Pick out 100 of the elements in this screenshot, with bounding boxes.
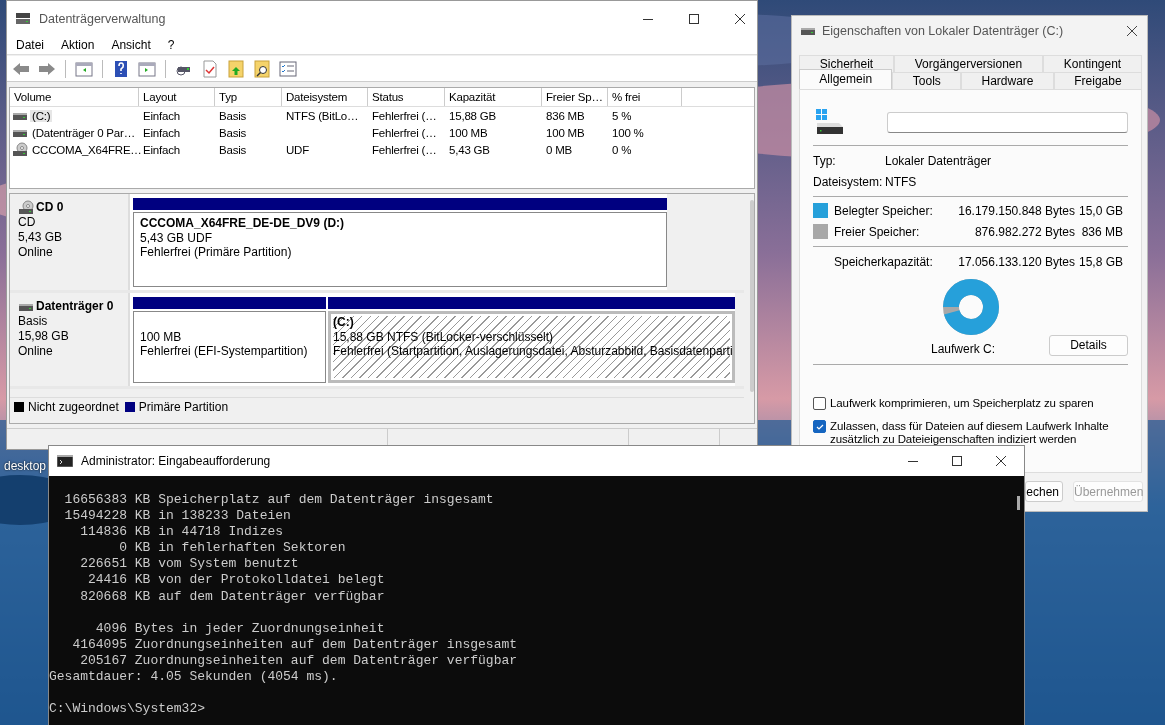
close-icon[interactable] xyxy=(1127,26,1137,36)
tab[interactable]: Hardware xyxy=(961,72,1054,89)
table-cell-text: Einfach xyxy=(142,109,181,122)
maximize-icon[interactable] xyxy=(952,456,962,466)
usage-ring-drawing xyxy=(941,278,1000,336)
disk-size: 15,98 GB xyxy=(18,329,70,344)
console-line: 114836 KB in 44718 Indizes xyxy=(79,524,284,540)
terminal-icon xyxy=(57,455,73,467)
console-line: 15494228 KB in 138233 Dateien xyxy=(63,508,291,524)
desktop-icon-label[interactable]: desktop xyxy=(4,459,47,473)
field-value: NTFS xyxy=(885,174,917,189)
field-label: Typ: xyxy=(813,153,837,168)
checkbox-label: Laufwerk komprimieren, um Speicherplatz zu sparen xyxy=(830,397,1095,410)
window-title: Datenträgerverwaltung xyxy=(39,11,167,26)
checked-document-icon[interactable] xyxy=(200,58,220,79)
partition-block[interactable]: CCCOMA_X64FRE_DE-DE_DV9 (D:) 5,43 GB UDF Fehlerfrei (Primäre Partition) xyxy=(133,212,667,287)
table-cell[interactable]: (C:) xyxy=(30,109,53,122)
table-cell-text: Basis xyxy=(218,143,248,156)
up-arrow-folder-icon[interactable] xyxy=(226,58,246,79)
close-icon[interactable] xyxy=(735,13,745,24)
field-label: Freier Speicher: xyxy=(834,224,921,239)
window-title: Eigenschaften von Lokaler Datenträger (C:) xyxy=(822,24,1065,38)
table-cell-text: UDF xyxy=(285,143,311,156)
field-label: Belegter Speicher: xyxy=(834,203,934,218)
disk-type: Basis xyxy=(18,314,49,329)
tab[interactable]: Freigabe xyxy=(1053,72,1142,89)
checkbox[interactable] xyxy=(813,397,826,410)
tab[interactable]: Allgemein xyxy=(799,69,893,89)
table-cell-text: Einfach xyxy=(142,143,181,156)
partition-block[interactable]: 100 MB Fehlerfrei (EFI-Systempartition) xyxy=(133,311,326,383)
menu-item[interactable]: Ansicht xyxy=(111,38,151,52)
checkbox-label: Zulassen, dass für Dateien auf diesem Laufwerk Inhalte zusätzlich zu Dateieigenschaften indiziert werden xyxy=(830,420,1110,446)
table-cell-text: 0 MB xyxy=(545,143,574,156)
field-value: 876.982.272 Bytes xyxy=(973,224,1075,239)
disk-name: CD 0 xyxy=(36,200,64,215)
table-cell-text: Basis xyxy=(218,126,248,139)
table-cell-text: 836 MB xyxy=(545,109,586,122)
partition-detail: 5,43 GB UDF xyxy=(140,230,213,245)
checkbox[interactable] xyxy=(813,420,826,433)
console-line: 205167 Zuordnungseinheiten auf dem Datenträger verfügbar xyxy=(79,652,518,668)
disk-name: Datenträger 0 xyxy=(36,299,114,314)
table-cell-text: Fehlerfrei (… xyxy=(371,126,438,139)
column-header[interactable]: Typ xyxy=(215,88,282,106)
partition-detail: Fehlerfrei (Primäre Partition) xyxy=(140,245,292,259)
partition-detail: Fehlerfrei (Startpartition, Auslagerungsdatei, Absturzabbild, Basisdatenparti xyxy=(333,344,732,358)
column-header[interactable]: Kapazität xyxy=(445,88,542,106)
table-cell-text: 5 % xyxy=(611,109,633,122)
table-cell[interactable]: (Datenträger 0 Par… xyxy=(30,126,137,139)
table-cell-text: 15,88 GB xyxy=(448,109,497,122)
table-cell[interactable]: CCCOMA_X64FRE… xyxy=(30,143,144,156)
field-label: Dateisystem: xyxy=(813,174,884,189)
tab[interactable]: Kontingent xyxy=(1043,55,1142,72)
partition-title: (C:) xyxy=(333,315,354,329)
column-header[interactable]: Volume xyxy=(10,88,139,106)
field-value: 836 MB xyxy=(1080,224,1124,239)
console-line: 820668 KB auf dem Datenträger verfügbar xyxy=(79,588,385,604)
menu-item[interactable]: Aktion xyxy=(61,38,95,52)
table-cell-text: 5,43 GB xyxy=(448,143,491,156)
column-header[interactable]: Layout xyxy=(139,88,215,106)
field-label: Speicherkapazität: xyxy=(834,254,934,269)
drive-label: Laufwerk C: xyxy=(931,342,996,356)
column-header[interactable]: Status xyxy=(368,88,445,106)
console-line: 4164095 Zuordnungseinheiten auf dem Datenträger insgesamt xyxy=(71,636,518,652)
dialog-button[interactable]: echen xyxy=(1025,481,1063,502)
column-header[interactable]: Freier Sp… xyxy=(542,88,608,106)
menu-item[interactable]: ? xyxy=(167,38,175,52)
console-line: Gesamtdauer: 4.05 Sekunden (4054 ms). xyxy=(49,669,338,685)
table-cell-text: Fehlerfrei (… xyxy=(371,109,438,122)
console-line: 16656383 KB Speicherplatz auf dem Datenträger insgesamt xyxy=(63,492,494,507)
field-value: Lokaler Datenträger xyxy=(885,153,992,168)
menu-item[interactable]: Datei xyxy=(16,38,44,52)
partition-detail: 100 MB xyxy=(140,329,182,344)
console-line: 4096 Bytes in jeder Zuordnungseinheit xyxy=(94,620,385,636)
table-cell-text: 100 MB xyxy=(545,126,586,139)
field-value: 15,8 GB xyxy=(1077,254,1124,269)
disk-status: Online xyxy=(18,344,54,359)
field-value: 16.179.150.848 Bytes xyxy=(957,203,1075,218)
partition-block[interactable]: (C:) 15,88 GB NTFS (BitLocker-verschlüsselt) Fehlerfrei (Startpartition, Auslagerungsdatei, Absturzabbild, Basisdatenparti xyxy=(328,311,735,383)
table-cell-text: Basis xyxy=(218,109,248,122)
tab[interactable]: Vorgängerversionen xyxy=(894,55,1043,72)
search-icon[interactable] xyxy=(252,58,272,79)
column-header[interactable]: % frei xyxy=(608,88,682,106)
field-value: 15,0 GB xyxy=(1077,203,1124,218)
maximize-icon[interactable] xyxy=(689,13,699,24)
partition-title: CCCOMA_X64FRE_DE-DE_DV9 (D:) xyxy=(140,216,345,230)
legend-label: Nicht zugeordnet xyxy=(28,400,119,414)
cd-drive-icon xyxy=(18,200,34,215)
field-value: 17.056.133.120 Bytes xyxy=(957,254,1075,269)
legend-label: Primäre Partition xyxy=(138,400,229,414)
partition-detail: Fehlerfrei (EFI-Systempartition) xyxy=(140,344,308,358)
console-line: 0 KB in fehlerhaften Sektoren xyxy=(118,540,346,556)
partition-detail: 15,88 GB NTFS (BitLocker-verschlüsselt) xyxy=(333,329,554,344)
scrollbar-thumb[interactable] xyxy=(1017,496,1020,510)
table-cell-text: 100 % xyxy=(611,126,645,139)
name-field[interactable] xyxy=(887,111,1128,133)
details-button[interactable]: Details xyxy=(1049,334,1128,356)
checklist-icon[interactable] xyxy=(278,58,298,79)
tab[interactable]: Tools xyxy=(892,72,962,89)
column-header[interactable]: Dateisystem xyxy=(282,88,368,106)
close-icon[interactable] xyxy=(996,456,1006,466)
